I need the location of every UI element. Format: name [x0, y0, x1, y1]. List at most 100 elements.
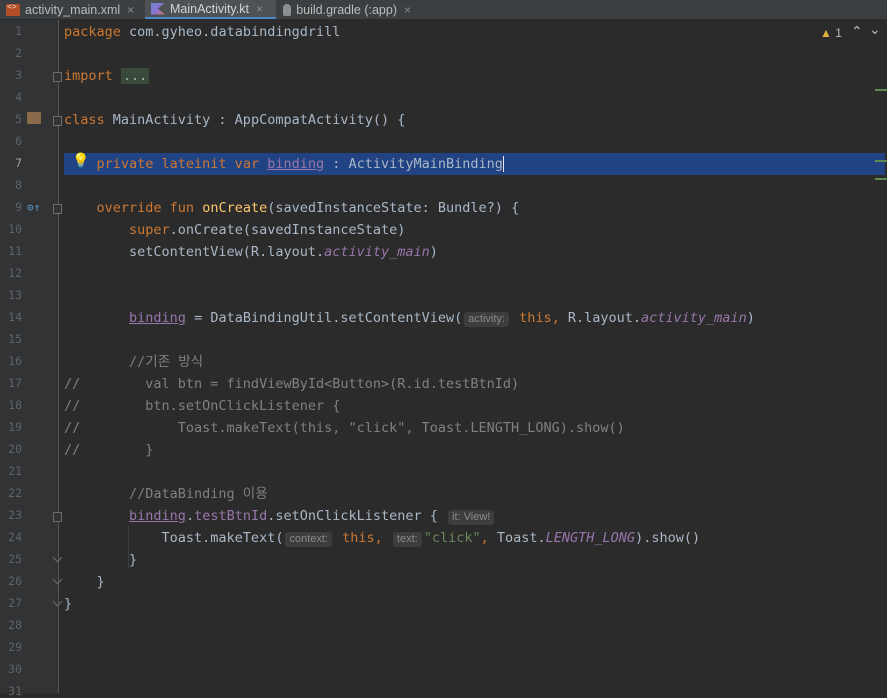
line-number-current: 7	[15, 156, 22, 170]
code-line-3[interactable]: import ...	[64, 65, 150, 87]
keyword: override fun	[96, 200, 195, 216]
line-number: 20	[8, 442, 22, 456]
dot: .	[185, 508, 195, 524]
line-number: 14	[8, 310, 22, 324]
code-line-9[interactable]: override fun onCreate(savedInstanceState…	[64, 197, 520, 219]
keyword: package	[64, 24, 121, 40]
inspection-widget[interactable]: ▲ 1	[820, 26, 842, 40]
line-number: 18	[8, 398, 22, 412]
warning-count: 1	[835, 26, 842, 40]
line-number: 3	[15, 68, 22, 82]
type-annotation: : ActivityMainBinding	[324, 156, 503, 172]
tab-build-gradle[interactable]: build.gradle (:app) ×	[277, 0, 417, 19]
line-number: 25	[8, 552, 22, 566]
close-icon[interactable]: ×	[256, 2, 263, 16]
chevron-up-icon[interactable]: ⌃	[851, 24, 863, 40]
close-icon[interactable]: ×	[127, 3, 134, 17]
code-line-20[interactable]: // }	[64, 439, 153, 461]
call: setContentView(R.layout.	[64, 244, 325, 260]
comma: ,	[480, 530, 489, 546]
code-line-14[interactable]: binding = DataBindingUtil.setContentView…	[64, 307, 755, 329]
code-line-26[interactable]: }	[64, 571, 105, 593]
call: R.layout.	[559, 310, 642, 326]
text-caret	[502, 156, 504, 172]
line-number: 1	[15, 24, 22, 38]
code-line-23[interactable]: binding.testBtnId.setOnClickListener { i…	[64, 505, 496, 527]
editor-gutter[interactable]: 1 2 3 4 5 6 7 8 9 10 11 12 13 14 15 16 1…	[0, 20, 63, 698]
line-number: 8	[15, 178, 22, 192]
line-number: 27	[8, 596, 22, 610]
scrollbar-change-marker[interactable]	[875, 178, 887, 180]
line-number: 22	[8, 486, 22, 500]
code-editor[interactable]: package com.gyheo.databindingdrill impor…	[60, 20, 887, 693]
lightbulb-icon[interactable]: 💡	[72, 153, 89, 169]
code-line-18[interactable]: // btn.setOnClickListener {	[64, 395, 340, 417]
line-number: 19	[8, 420, 22, 434]
code-line-1[interactable]: package com.gyheo.databindingdrill	[64, 21, 340, 43]
line-number: 6	[15, 134, 22, 148]
scrollbar-change-marker[interactable]	[875, 160, 887, 162]
chevron-down-icon[interactable]: ⌄	[869, 22, 881, 38]
gradle-file-icon	[283, 3, 292, 16]
line-number: 4	[15, 90, 22, 104]
code-line-27[interactable]: }	[64, 593, 72, 615]
editor-tab-bar: activity_main.xml × MainActivity.kt × bu…	[0, 0, 887, 20]
keyword: import	[64, 68, 113, 84]
code-line-22[interactable]: //DataBinding 이용	[64, 483, 268, 505]
parameter-hint: context:	[285, 532, 332, 547]
line-number: 17	[8, 376, 22, 390]
code-line-17[interactable]: // val btn = findViewById<Button>(R.id.t…	[64, 373, 519, 395]
scrollbar-change-marker[interactable]	[875, 89, 887, 91]
line-number: 11	[8, 244, 22, 258]
code-line-10[interactable]: super.onCreate(savedInstanceState)	[64, 219, 405, 241]
close-icon[interactable]: ×	[404, 3, 411, 17]
resource-ref: activity_main	[324, 244, 430, 260]
tab-label: activity_main.xml	[25, 2, 121, 17]
xml-file-icon	[6, 2, 20, 16]
layout-xml-link-icon[interactable]	[27, 112, 41, 124]
keyword: class	[64, 112, 105, 128]
code-line-25[interactable]: }	[64, 549, 137, 571]
paren: )	[429, 244, 438, 260]
code-line-19[interactable]: // Toast.makeText(this, "click", Toast.L…	[64, 417, 625, 439]
line-number: 2	[15, 46, 22, 60]
constant-ref: LENGTH_LONG	[545, 530, 636, 546]
parameter-hint: activity:	[464, 312, 509, 327]
line-number: 16	[8, 354, 22, 368]
indent-guide	[128, 525, 129, 569]
property-name: binding	[129, 310, 186, 326]
parameters: (savedInstanceState: Bundle?) {	[267, 200, 520, 216]
lambda-param-hint: it: View!	[448, 510, 495, 525]
line-number: 24	[8, 530, 22, 544]
code-line-5[interactable]: class MainActivity : AppCompatActivity()…	[64, 109, 405, 131]
call: ).show()	[635, 530, 701, 546]
line-number: 26	[8, 574, 22, 588]
property-name: binding	[267, 156, 325, 172]
call: .onCreate(savedInstanceState)	[169, 222, 406, 238]
line-number: 30	[8, 662, 22, 676]
call: Toast.makeText(	[64, 530, 284, 546]
folded-imports[interactable]: ...	[120, 68, 150, 84]
kotlin-file-icon	[151, 2, 165, 15]
parameter-hint: text:	[392, 532, 422, 547]
override-method-icon[interactable]: ⊙↑	[27, 201, 40, 214]
line-number: 13	[8, 288, 22, 302]
code-line-16[interactable]: //기존 방식	[64, 351, 203, 373]
resource-ref: activity_main	[641, 310, 747, 326]
code-line-7[interactable]: private lateinit var binding : ActivityM…	[64, 153, 504, 175]
line-number: 12	[8, 266, 22, 280]
line-number: 15	[8, 332, 22, 346]
code-line-11[interactable]: setContentView(R.layout.activity_main)	[64, 241, 438, 263]
tab-mainactivity-kt[interactable]: MainActivity.kt ×	[145, 0, 276, 19]
call: = DataBindingUtil.setContentView(	[185, 310, 463, 326]
tab-activity-main-xml[interactable]: activity_main.xml ×	[0, 0, 144, 19]
call: .setOnClickListener {	[267, 508, 447, 524]
warning-icon: ▲	[820, 26, 832, 40]
keyword: super	[129, 222, 170, 238]
code-line-24[interactable]: Toast.makeText(context: this, text: "clic…	[64, 527, 700, 549]
line-number: 29	[8, 640, 22, 654]
